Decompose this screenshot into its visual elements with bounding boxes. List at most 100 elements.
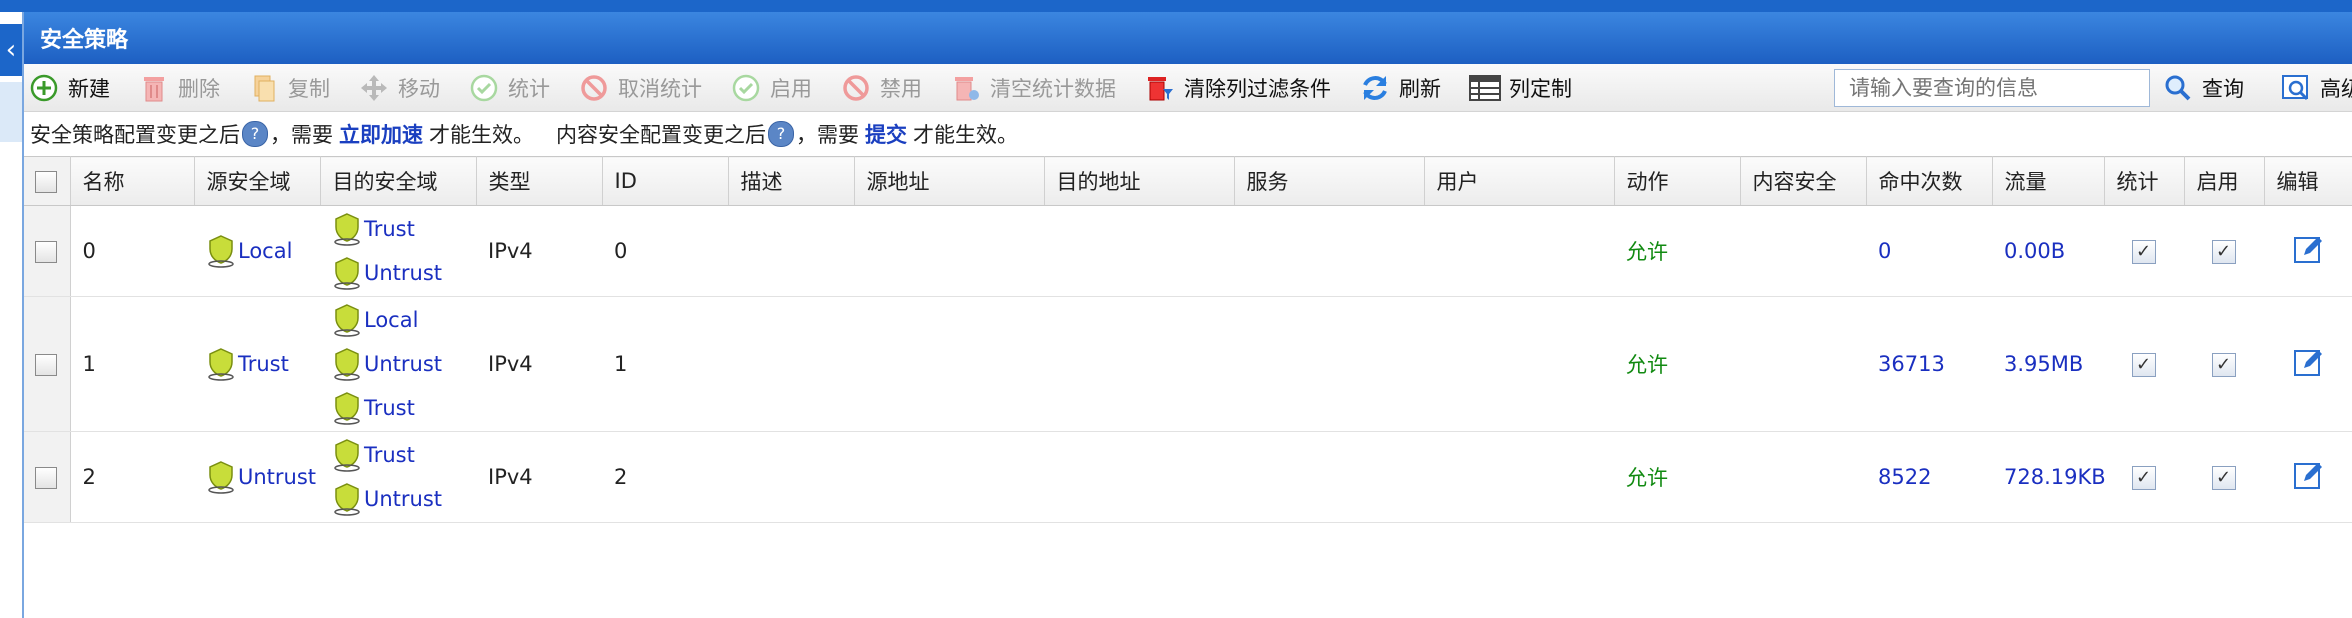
col-header-user[interactable]: 用户 — [1424, 156, 1615, 206]
row-checkbox[interactable] — [35, 467, 58, 489]
help-icon[interactable]: ? — [242, 121, 268, 147]
col-header-edit[interactable]: 编辑 — [2264, 156, 2352, 206]
zone-shield-icon — [334, 348, 360, 381]
col-header-stat[interactable]: 统计 — [2104, 156, 2185, 206]
enable-button[interactable]: 启用 — [730, 64, 812, 112]
col-header-desc[interactable]: 描述 — [728, 156, 855, 206]
zone-link[interactable]: Untrust — [206, 455, 319, 499]
accelerate-now-link[interactable]: 立即加速 — [339, 119, 423, 149]
cancel-stat-button-label: 取消统计 — [618, 76, 702, 101]
copy-button[interactable]: 复制 — [248, 64, 330, 112]
policy-traffic: 0.00B — [1992, 205, 2104, 297]
col-header-enable[interactable]: 启用 — [2184, 156, 2265, 206]
policy-type: IPv4 — [476, 296, 602, 432]
row-checkbox[interactable] — [35, 354, 58, 376]
query-button[interactable]: 查询 — [2162, 64, 2244, 112]
notice-text-6: 才能生效。 — [913, 123, 1018, 147]
table-row[interactable]: 2 Untrust Trust Untrust IPv4 2 允许 8522 7… — [24, 431, 2352, 523]
col-header-action[interactable]: 动作 — [1614, 156, 1741, 206]
help-icon[interactable]: ? — [768, 121, 794, 147]
zone-link[interactable]: Untrust — [332, 251, 475, 295]
col-header-id[interactable]: ID — [602, 156, 729, 206]
advanced-query-button-label: 高级查 — [2320, 77, 2352, 101]
col-header-src-zone[interactable]: 源安全域 — [194, 156, 321, 206]
enable-cell: ✓ — [2184, 296, 2264, 432]
stat-checkbox[interactable]: ✓ — [2131, 239, 2156, 264]
zone-link[interactable]: Trust — [332, 386, 475, 430]
zone-name: Untrust — [364, 261, 443, 285]
policy-name: 1 — [70, 296, 194, 432]
check-circle-icon — [730, 72, 762, 104]
stat-button[interactable]: 统计 — [468, 64, 550, 112]
table-row[interactable]: 1 Trust Local Untrust Trust IPv4 1 允许 36… — [24, 296, 2352, 432]
edit-cell — [2264, 431, 2352, 523]
col-header-traffic[interactable]: 流量 — [1992, 156, 2105, 206]
left-rail: ‹ — [0, 12, 24, 618]
policy-user — [1424, 431, 1614, 523]
zone-shield-icon — [208, 348, 234, 381]
enable-checkbox[interactable]: ✓ — [2211, 465, 2236, 490]
dst-zone-cell: Trust Untrust — [320, 431, 476, 523]
move-button[interactable]: 移动 — [358, 64, 440, 112]
col-header-dst-addr[interactable]: 目的地址 — [1044, 156, 1235, 206]
zone-link[interactable]: Trust — [332, 433, 475, 477]
zone-name: Trust — [364, 396, 415, 420]
policy-service — [1234, 431, 1424, 523]
search-input[interactable] — [1834, 69, 2150, 107]
copy-icon — [248, 72, 280, 104]
zone-link[interactable]: Trust — [206, 342, 319, 386]
clear-stat-data-button[interactable]: 清空统计数据 — [950, 64, 1116, 112]
submit-link[interactable]: 提交 — [865, 119, 907, 149]
policy-user — [1424, 205, 1614, 297]
zone-link[interactable]: Local — [206, 229, 319, 273]
enable-cell: ✓ — [2184, 431, 2264, 523]
policy-dst-addr — [1044, 296, 1234, 432]
enable-checkbox[interactable]: ✓ — [2211, 352, 2236, 377]
zone-link[interactable]: Local — [332, 298, 475, 342]
column-custom-button[interactable]: 列定制 — [1469, 64, 1572, 112]
select-all-checkbox[interactable] — [35, 171, 58, 193]
clear-column-filter-button[interactable]: 清除列过滤条件 — [1144, 64, 1331, 112]
delete-button[interactable]: 删除 — [138, 64, 220, 112]
edit-icon[interactable] — [2292, 233, 2324, 265]
zone-shield-icon — [334, 392, 360, 425]
stat-checkbox[interactable]: ✓ — [2131, 352, 2156, 377]
zone-name: Trust — [364, 217, 415, 241]
table-header-row: 名称 源安全域 目的安全域 类型 ID 描述 源地址 目的地址 服务 用户 动作… — [24, 156, 2352, 206]
col-header-service[interactable]: 服务 — [1234, 156, 1425, 206]
col-header-src-addr[interactable]: 源地址 — [854, 156, 1045, 206]
col-header-name[interactable]: 名称 — [70, 156, 195, 206]
move-button-label: 移动 — [398, 76, 440, 101]
zone-link[interactable]: Untrust — [332, 342, 475, 386]
stat-checkbox[interactable]: ✓ — [2131, 465, 2156, 490]
edit-icon[interactable] — [2292, 346, 2324, 378]
cancel-stat-button[interactable]: 取消统计 — [578, 64, 702, 112]
zone-link[interactable]: Untrust — [332, 477, 475, 521]
edit-icon[interactable] — [2292, 459, 2324, 491]
forbid-icon — [840, 72, 872, 104]
new-button[interactable]: 新建 — [28, 64, 110, 112]
zone-name: Untrust — [364, 352, 443, 376]
collapse-arrow-icon[interactable]: ‹ — [0, 24, 22, 76]
advanced-query-button[interactable]: 高级查 — [2280, 64, 2352, 112]
col-header-type[interactable]: 类型 — [476, 156, 603, 206]
policy-service — [1234, 205, 1424, 297]
col-header-hits[interactable]: 命中次数 — [1866, 156, 1993, 206]
zone-link[interactable]: Trust — [332, 207, 475, 251]
row-select-cell — [24, 431, 71, 523]
query-button-label: 查询 — [2202, 77, 2244, 101]
row-checkbox[interactable] — [35, 241, 58, 263]
col-header-dst-zone[interactable]: 目的安全域 — [320, 156, 477, 206]
enable-checkbox[interactable]: ✓ — [2211, 239, 2236, 264]
notice-text-1: 安全策略配置变更之后 — [30, 123, 240, 147]
policy-id: 0 — [602, 205, 728, 297]
refresh-button[interactable]: 刷新 — [1359, 64, 1441, 112]
src-zone-cell: Local — [194, 205, 320, 297]
add-circle-icon — [28, 72, 60, 104]
disable-button[interactable]: 禁用 — [840, 64, 922, 112]
table-row[interactable]: 0 Local Trust Untrust IPv4 0 允许 0 0.00B … — [24, 205, 2352, 297]
panel-title-bar: 安全策略 — [24, 12, 2352, 64]
col-header-content-security[interactable]: 内容安全 — [1740, 156, 1867, 206]
policy-action: 允许 — [1614, 431, 1740, 523]
notice-text-3: 才能生效。 — [429, 123, 534, 147]
